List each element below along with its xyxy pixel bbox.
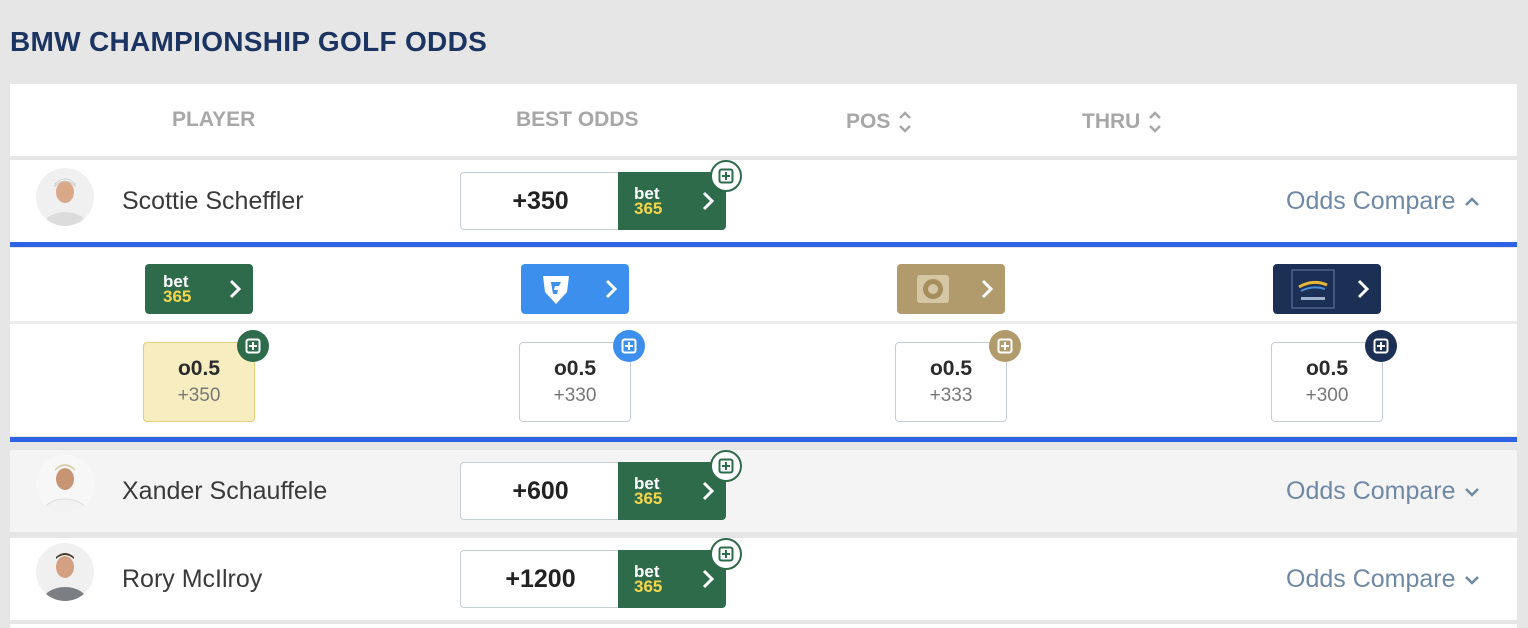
add-bet-icon[interactable]	[237, 330, 269, 362]
chevron-down-icon	[1464, 487, 1479, 497]
line-price: +330	[553, 385, 597, 406]
best-odds-value[interactable]: +1200	[460, 550, 620, 608]
add-bet-icon[interactable]	[710, 538, 742, 570]
sort-icon	[896, 108, 914, 136]
avatar	[36, 168, 94, 226]
chevron-up-icon	[1464, 196, 1479, 206]
best-odds-value[interactable]: +350	[460, 172, 620, 230]
player-name[interactable]: Xander Schauffele	[122, 477, 327, 506]
col-pos-sort[interactable]: POS	[846, 108, 914, 136]
line-price: +350	[177, 385, 221, 406]
player-name[interactable]: Rory McIlroy	[122, 565, 262, 594]
expand-border-bottom	[10, 437, 1517, 442]
add-bet-icon[interactable]	[710, 160, 742, 192]
chevron-right-icon	[229, 279, 241, 299]
chevron-right-icon	[702, 569, 714, 589]
line-value: o0.5	[177, 357, 221, 380]
bet365-book-button[interactable]: bet 365	[145, 264, 253, 314]
bet365-logo: bet 365	[634, 562, 663, 596]
player-name[interactable]: Scottie Scheffler	[122, 187, 304, 216]
col-thru-sort[interactable]: THRU	[1082, 108, 1164, 136]
line-price: +333	[929, 385, 973, 406]
odds-compare-label: Odds Compare	[1286, 477, 1456, 505]
chevron-down-icon	[1464, 575, 1479, 585]
bet365-logo: bet 365	[163, 272, 192, 306]
betrivers-book-button[interactable]	[1273, 264, 1381, 314]
lines-row: o0.5 +350 o0.5 +330 o0.5 +333 o0.5 +300	[10, 328, 1517, 436]
col-pos-label: POS	[846, 110, 891, 133]
chevron-right-icon	[605, 279, 617, 299]
line-value: o0.5	[1305, 357, 1349, 380]
fanduel-book-button[interactable]	[521, 264, 629, 314]
col-thru-label: THRU	[1082, 110, 1141, 133]
sort-icon	[1146, 108, 1164, 136]
odds-compare-toggle[interactable]: Odds Compare	[1286, 187, 1480, 216]
line-value: o0.5	[553, 357, 597, 380]
betrivers-logo-icon	[1291, 269, 1335, 309]
expand-border-top	[10, 242, 1517, 247]
avatar	[36, 455, 94, 513]
odds-compare-toggle[interactable]: Odds Compare	[1286, 565, 1480, 594]
player-row: Rory McIlroy +1200 bet 365 Odds Compare	[10, 538, 1517, 620]
page-title: BMW CHAMPIONSHIP GOLF ODDS	[10, 26, 488, 57]
bet365-logo: bet 365	[634, 474, 663, 508]
odds-compare-label: Odds Compare	[1286, 187, 1456, 215]
betmgm-lion-icon	[917, 275, 949, 303]
line-value: o0.5	[929, 357, 973, 380]
player-row: Scottie Scheffler +350 bet 365 Odds Compa…	[10, 160, 1517, 242]
chevron-right-icon	[702, 481, 714, 501]
fanduel-shield-icon	[543, 276, 569, 304]
table-header: PLAYER BEST ODDS POS THRU	[10, 84, 1517, 156]
chevron-right-icon	[1357, 279, 1369, 299]
player-row	[10, 624, 1517, 628]
add-bet-icon[interactable]	[989, 330, 1021, 362]
chevron-right-icon	[981, 279, 993, 299]
betmgm-book-button[interactable]	[897, 264, 1005, 314]
add-bet-icon[interactable]	[710, 450, 742, 482]
line-price: +300	[1305, 385, 1349, 406]
odds-compare-label: Odds Compare	[1286, 565, 1456, 593]
odds-compare-panel: bet 365 o0.5 +350 o0.5 +330 o0.5 +333 o0…	[10, 248, 1517, 436]
sportsbooks-row: bet 365	[10, 248, 1517, 324]
odds-compare-toggle[interactable]: Odds Compare	[1286, 477, 1480, 506]
col-best-odds: BEST ODDS	[516, 108, 639, 131]
avatar	[36, 543, 94, 601]
bet365-logo: bet 365	[634, 184, 663, 218]
col-player: PLAYER	[172, 108, 256, 131]
player-row: Xander Schauffele +600 bet 365 Odds Compa…	[10, 450, 1517, 532]
chevron-right-icon	[702, 191, 714, 211]
add-bet-icon[interactable]	[613, 330, 645, 362]
add-bet-icon[interactable]	[1365, 330, 1397, 362]
best-odds-value[interactable]: +600	[460, 462, 620, 520]
